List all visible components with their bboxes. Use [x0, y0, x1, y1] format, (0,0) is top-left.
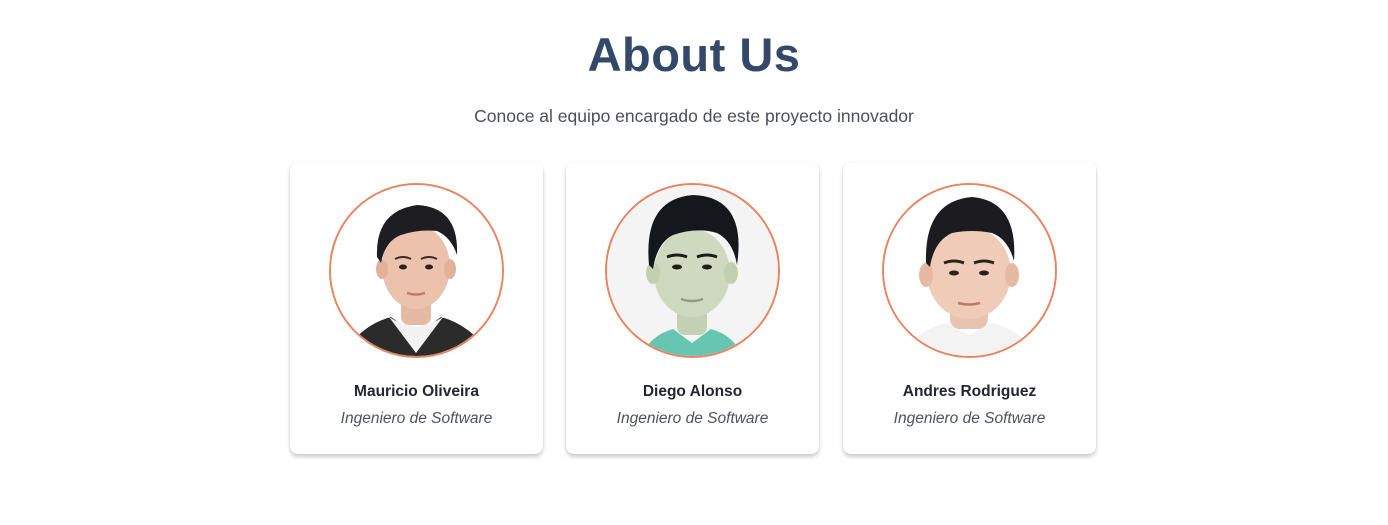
team-member-card: Diego Alonso Ingeniero de Software	[566, 162, 819, 454]
team-member-card: Mauricio Oliveira Ingeniero de Software	[290, 162, 543, 454]
avatar	[329, 183, 504, 358]
member-name: Diego Alonso	[642, 383, 743, 400]
team-member-card: Andres Rodriguez Ingeniero de Software	[843, 162, 1096, 454]
member-name: Andres Rodriguez	[902, 383, 1037, 400]
avatar	[882, 183, 1057, 358]
portrait-photo	[331, 185, 502, 356]
page-subtitle: Conoce al equipo encargado de este proye…	[474, 106, 914, 126]
portrait-photo	[884, 185, 1055, 356]
about-us-section: About Us Conoce al equipo encargado de e…	[0, 0, 1388, 525]
member-role: Ingeniero de Software	[340, 410, 493, 427]
portrait-photo	[607, 185, 778, 356]
page-title: About Us	[587, 28, 801, 81]
member-role: Ingeniero de Software	[616, 410, 769, 427]
avatar	[605, 183, 780, 358]
member-role: Ingeniero de Software	[893, 410, 1046, 427]
member-name: Mauricio Oliveira	[354, 383, 479, 400]
